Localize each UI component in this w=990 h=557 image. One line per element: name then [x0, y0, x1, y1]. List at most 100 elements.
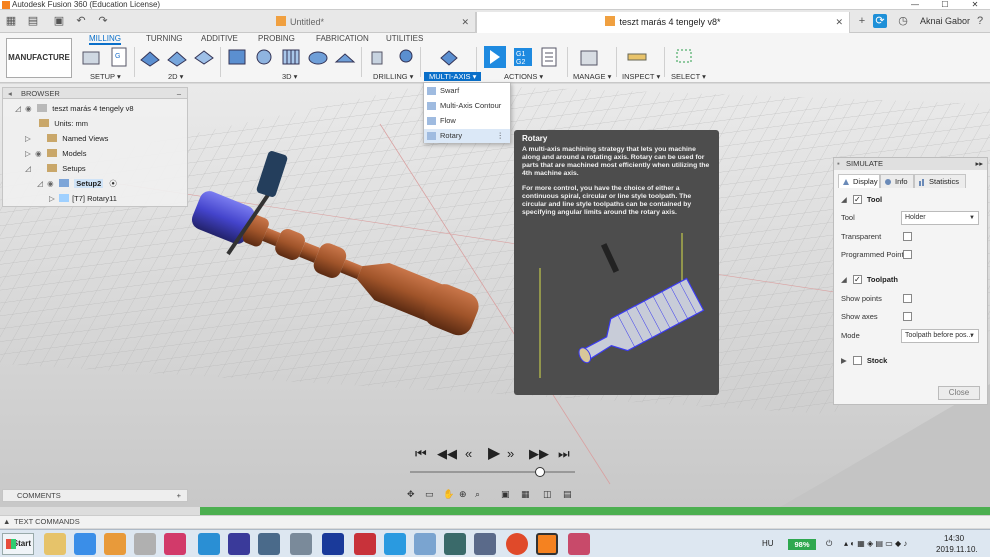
visibility-eye-icon[interactable]: ◉ [47, 177, 57, 191]
collapse-triangle-icon[interactable]: ◿ [25, 162, 33, 176]
text-commands-bar[interactable]: ▲ TEXT COMMANDS [0, 515, 990, 528]
add-comment-button[interactable]: + [177, 490, 181, 501]
active-target-icon[interactable]: ⦿ [109, 179, 117, 188]
tab-info[interactable]: Info [880, 174, 914, 188]
new-tab-icon[interactable]: + [855, 14, 869, 28]
tab-fabrication[interactable]: FABRICATION [316, 33, 369, 45]
menu-item-multi-axis-contour[interactable]: Multi-Axis Contour [424, 99, 510, 113]
browser-toggle-icon[interactable]: ◂ [8, 88, 12, 99]
tools-app-icon[interactable] [290, 533, 312, 555]
media-player-icon[interactable] [104, 533, 126, 555]
transparent-checkbox[interactable] [903, 232, 912, 241]
tab-teszt-maras[interactable]: teszt marás 4 tengely v8* ✕ [476, 12, 850, 33]
minimize-button[interactable]: — [900, 0, 930, 10]
expand-triangle-icon[interactable]: ▷ [25, 147, 33, 161]
window-select-icon[interactable] [674, 46, 696, 68]
teamviewer-icon[interactable] [322, 533, 344, 555]
maximize-button[interactable]: ☐ [930, 0, 960, 10]
collapse-triangle-icon[interactable]: ◿ [15, 102, 23, 116]
save-icon[interactable]: ▣ [52, 14, 66, 28]
tool-library-icon[interactable] [578, 46, 600, 68]
desktop-app-icon[interactable] [258, 533, 280, 555]
selected-operation[interactable]: [T7] Rotary11 [59, 192, 117, 206]
job-status-icon[interactable]: ⟳ [873, 14, 887, 28]
next-operation-button[interactable]: ▶▶ [529, 446, 549, 462]
stock-section-checkbox[interactable] [853, 356, 862, 365]
save-app-icon[interactable] [228, 533, 250, 555]
toolpath-section-header[interactable]: ◢ Toolpath [841, 273, 981, 287]
scanner-icon[interactable] [134, 533, 156, 555]
redo-icon[interactable]: ↷ [96, 14, 110, 28]
tab-additive[interactable]: ADDITIVE [201, 33, 238, 45]
tool-section-checkbox[interactable] [853, 193, 862, 207]
visibility-eye-icon[interactable]: ◉ [25, 102, 35, 116]
menu-item-flow[interactable]: Flow [424, 114, 510, 128]
toolpath-section-checkbox[interactable] [853, 273, 862, 287]
look-at-icon[interactable]: ▭ [425, 489, 434, 500]
app-grid-icon[interactable]: ▦ [4, 14, 18, 28]
first-frame-button[interactable]: ⏮ [415, 446, 427, 462]
browser-item-setup2[interactable]: ◿ ◉ Setup2 ⦿ [37, 177, 117, 191]
clock-date[interactable]: 2019.11.10. [936, 545, 978, 555]
tool-section-header[interactable]: ◢ Tool [841, 193, 981, 207]
tool-select[interactable]: Holder ▼ [901, 211, 979, 225]
workspace-switcher[interactable]: MANUFACTURE ▾ [6, 38, 72, 100]
user-name[interactable]: Aknai Gabor [920, 10, 970, 33]
file-menu-icon[interactable]: ▤ [26, 14, 40, 28]
fusion-360-taskbar-icon[interactable] [536, 533, 558, 555]
post-process-icon[interactable]: G1G2 [512, 46, 534, 68]
browser-item-setups[interactable]: ◿ Setups [25, 162, 86, 176]
orbit-icon[interactable]: ✥ [407, 489, 415, 500]
multi-axis-icon[interactable] [438, 46, 460, 68]
3d-scallop-icon[interactable] [334, 46, 356, 68]
drilling-group-label[interactable]: DRILLING ▾ [373, 72, 413, 81]
programmed-point-checkbox[interactable] [903, 250, 912, 259]
show-points-checkbox[interactable] [903, 294, 912, 303]
2d-contour-icon[interactable] [193, 46, 215, 68]
internet-explorer-icon[interactable] [74, 533, 96, 555]
thread-icon[interactable] [394, 46, 416, 68]
3d-adaptive-icon[interactable] [226, 46, 248, 68]
power-plug-icon[interactable]: ⏻ [826, 539, 832, 549]
simulate-icon[interactable] [484, 46, 506, 68]
tab-statistics[interactable]: Statistics [914, 174, 966, 188]
monitor-app-icon[interactable] [444, 533, 466, 555]
tab-probing[interactable]: PROBING [258, 33, 295, 45]
2d-pocket-icon[interactable] [166, 46, 188, 68]
mode-select[interactable]: Toolpath before pos... ▼ [901, 329, 979, 343]
expand-triangle-icon[interactable]: ▷ [49, 192, 57, 206]
sync-app-icon[interactable] [384, 533, 406, 555]
drill-icon[interactable] [367, 46, 389, 68]
close-window-button[interactable]: ✕ [960, 0, 990, 10]
display-app-icon[interactable] [474, 533, 496, 555]
viewports-icon[interactable]: ◫ [543, 489, 552, 500]
close-tab-icon[interactable]: ✕ [461, 12, 469, 33]
expand-panel-icon[interactable]: ▸▸ [975, 158, 983, 170]
step-back-button[interactable]: « [465, 446, 472, 462]
tab-turning[interactable]: TURNING [146, 33, 182, 45]
browser-item-models[interactable]: ▷ ◉ Models [25, 147, 86, 161]
more-options-icon[interactable]: ⋮ [497, 129, 505, 143]
select-group-label[interactable]: SELECT ▾ [671, 72, 706, 81]
expand-triangle-icon[interactable]: ▶ [841, 356, 847, 365]
expand-triangle-icon[interactable]: ▷ [25, 132, 33, 146]
expand-icon[interactable]: ▲ [3, 516, 10, 528]
collapse-triangle-icon[interactable]: ◿ [37, 177, 45, 191]
timeline-bar[interactable] [0, 507, 990, 515]
setup-sheet-report-icon[interactable] [538, 46, 560, 68]
browser-item-rotary11[interactable]: ▷ [T7] Rotary11 [49, 192, 117, 206]
browser-item-units[interactable]: Units: mm [27, 117, 88, 131]
stock-section-header[interactable]: ▶ Stock [841, 354, 981, 368]
previous-operation-button[interactable]: ◀◀ [437, 446, 457, 462]
close-simulation-button[interactable]: Close [938, 386, 980, 400]
3d-pocket-icon[interactable] [253, 46, 275, 68]
menu-item-swarf[interactable]: Swarf [424, 84, 510, 98]
winrar-icon[interactable] [164, 533, 186, 555]
chrome-icon[interactable] [506, 533, 528, 555]
actions-group-label[interactable]: ACTIONS ▾ [504, 72, 543, 81]
collapse-triangle-icon[interactable]: ◢ [841, 195, 847, 204]
show-axes-checkbox[interactable] [903, 312, 912, 321]
effects-icon[interactable]: ▤ [563, 489, 572, 500]
visibility-eye-icon[interactable]: ◉ [35, 147, 45, 161]
app-g-icon[interactable] [198, 533, 220, 555]
